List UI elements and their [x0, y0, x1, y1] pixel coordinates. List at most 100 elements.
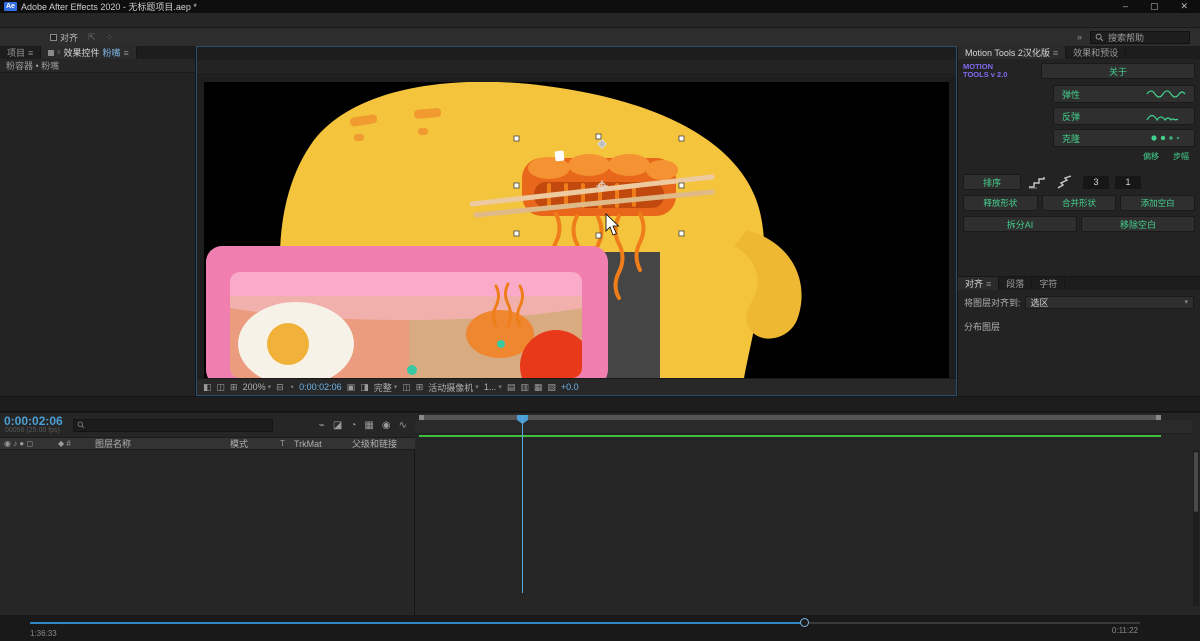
lock-icon: ⬨ [57, 49, 60, 57]
checkbox-icon [50, 34, 57, 41]
window-title: Adobe After Effects 2020 - 无标题项目.aep * [21, 0, 197, 13]
viewer-tabstrip [197, 47, 956, 60]
view-layout-dropdown[interactable]: 1...▾ [484, 382, 502, 392]
minimize-button[interactable]: – [1123, 1, 1128, 12]
draft-3d-icon[interactable]: ◪ [333, 420, 342, 431]
current-timecode[interactable]: 0:00:02:06 [0, 416, 63, 427]
column-t[interactable]: T [280, 439, 294, 448]
graph-editor-icon[interactable]: ∿ [399, 420, 407, 431]
exposure-value[interactable]: +0.0 [561, 382, 579, 392]
align-buttons [964, 310, 1194, 318]
stairs-up-icon[interactable] [1027, 175, 1049, 189]
pixel-aspect-icon[interactable]: ▤ [507, 382, 516, 393]
flowchart-icon[interactable]: ▧ [547, 382, 556, 393]
frame-blend-icon[interactable]: ▦ [364, 420, 373, 431]
composition-canvas[interactable] [204, 82, 949, 378]
transparency-grid-icon[interactable]: ⊞ [416, 382, 424, 393]
channels-icon[interactable]: ⊞ [230, 382, 238, 393]
tab-effect-controls[interactable]: ⬨ 效果控件粉嘴≡ [41, 46, 136, 59]
add-blank-button[interactable]: 添加空白 [1120, 195, 1195, 211]
time-ruler[interactable] [415, 420, 1192, 434]
distribute-label: 分布图层 [964, 318, 1194, 335]
offset-value-input[interactable]: 3 [1083, 176, 1109, 189]
elastic-button[interactable]: 弹性 [1053, 85, 1195, 103]
player-progress-knob[interactable] [800, 618, 809, 627]
tab-align[interactable]: 对齐≡ [958, 277, 999, 290]
search-icon [77, 421, 85, 429]
workspace-overflow[interactable]: » [1077, 32, 1082, 42]
motion-blur-icon[interactable]: ◉ [382, 420, 391, 431]
playhead-line[interactable] [522, 415, 523, 593]
magnification-dropdown[interactable]: 200%▾ [243, 382, 272, 392]
tab-effects-presets[interactable]: 效果和预设 [1066, 46, 1126, 59]
sort-button[interactable]: 排序 [963, 174, 1021, 190]
remove-blank-button[interactable]: 移除空白 [1081, 216, 1195, 232]
player-progress-fill [30, 622, 805, 624]
split-ai-button[interactable]: 拆分AI [963, 216, 1077, 232]
column-layer-name[interactable]: 图层名称 [95, 437, 230, 450]
fast-preview-icon[interactable]: ▥ [520, 382, 529, 393]
after-effects-window: Ae Adobe After Effects 2020 - 无标题项目.aep … [0, 0, 1200, 641]
resolution-dropdown[interactable]: 完整▾ [374, 381, 398, 394]
frame-info: 00056 (25.00 fps) [0, 427, 63, 434]
wave-icon [1146, 89, 1186, 99]
render-bar [419, 435, 1161, 437]
stride-value-input[interactable]: 1 [1115, 176, 1141, 189]
egg-yolk [267, 323, 309, 365]
pink-container [206, 246, 608, 378]
camera-dropdown[interactable]: 活动摄像机▾ [428, 381, 479, 394]
player-progress-track[interactable] [30, 622, 1140, 624]
maximize-button[interactable]: ▢ [1150, 1, 1159, 12]
offset-label: 偏移 [1143, 151, 1159, 162]
shy-icon[interactable]: ◔ [350, 420, 356, 431]
align-checkbox-label: 对齐 [60, 31, 78, 44]
stairs-steep-icon[interactable] [1055, 175, 1077, 189]
snapshot-camera-icon[interactable]: ▣ [347, 382, 356, 393]
tab-character[interactable]: 字符 [1032, 277, 1065, 290]
search-help-box[interactable]: 搜索帮助 [1090, 31, 1190, 44]
search-help-label: 搜索帮助 [1108, 31, 1144, 44]
composition-mini-flowchart-icon[interactable]: ⌁ [319, 420, 325, 431]
column-parent[interactable]: 父级和链接 [344, 437, 397, 450]
ruler-icon[interactable]: ⊟ [276, 382, 284, 393]
menubar [0, 13, 1200, 28]
toolbar: 对齐 ⇱ ⁘ » 搜索帮助 [0, 28, 1200, 46]
timeline-tabstrip [0, 397, 1200, 412]
align-to-label: 将图层对齐到: [964, 296, 1021, 309]
duck-tooth [554, 151, 564, 162]
show-snapshot-icon[interactable]: ◫ [217, 382, 226, 393]
roi-icon[interactable]: ◫ [402, 382, 411, 393]
tab-motion-tools[interactable]: Motion Tools 2汉化版≡ [958, 46, 1066, 59]
about-button[interactable]: 关于 [1041, 63, 1195, 79]
clone-button[interactable]: 克隆 [1053, 129, 1195, 147]
layer-search-input[interactable] [73, 419, 273, 432]
snap-align-checkbox[interactable]: 对齐 [50, 31, 78, 44]
teal-dot [407, 365, 417, 375]
align-to-dropdown[interactable]: 选区▾ [1025, 296, 1194, 309]
dots-icon [1150, 134, 1186, 142]
expand-icon[interactable]: ⇱ [88, 32, 96, 43]
close-button[interactable]: ✕ [1180, 1, 1188, 12]
tab-paragraph[interactable]: 段落 [999, 277, 1032, 290]
merge-shapes-button[interactable]: 合并形状 [1042, 195, 1117, 211]
viewer-timecode[interactable]: 0:00:02:06 [299, 382, 342, 392]
teal-dot [497, 340, 505, 348]
viewer-toolbar: ◧ ◫ ⊞ 200%▾ ⊟ ◔ 0:00:02:06 ▣ ◨ 完整▾ ◫ ⊞ 活… [197, 378, 956, 395]
tab-project[interactable]: 项目≡ [0, 46, 41, 59]
column-mode[interactable]: 模式 [230, 437, 280, 450]
bounce-button[interactable]: 反弹 [1053, 107, 1195, 125]
timeline-vertical-scrollbar[interactable] [1193, 450, 1199, 606]
av-column-icons: ◉ ♪ ● ◻ [0, 439, 58, 448]
stride-label: 步幅 [1173, 151, 1189, 162]
channel-color-icon[interactable]: ◨ [360, 382, 369, 393]
timeline-left: 0:00:02:06 00056 (25.00 fps) ⌁ ◪ ◔ ▦ ◉ ∿… [0, 413, 415, 615]
column-trkmat[interactable]: TrkMat [294, 439, 344, 449]
release-shapes-button[interactable]: 释放形状 [963, 195, 1038, 211]
grid-icon[interactable]: ⁘ [106, 32, 114, 43]
snapshot-icon[interactable]: ◧ [203, 382, 212, 393]
mask-visibility-icon[interactable]: ◔ [289, 382, 294, 392]
app-icon: Ae [4, 2, 17, 11]
timeline-icon[interactable]: ▦ [534, 382, 543, 393]
composition-breadcrumb [197, 60, 956, 75]
label-column: ◆ # [58, 439, 95, 448]
